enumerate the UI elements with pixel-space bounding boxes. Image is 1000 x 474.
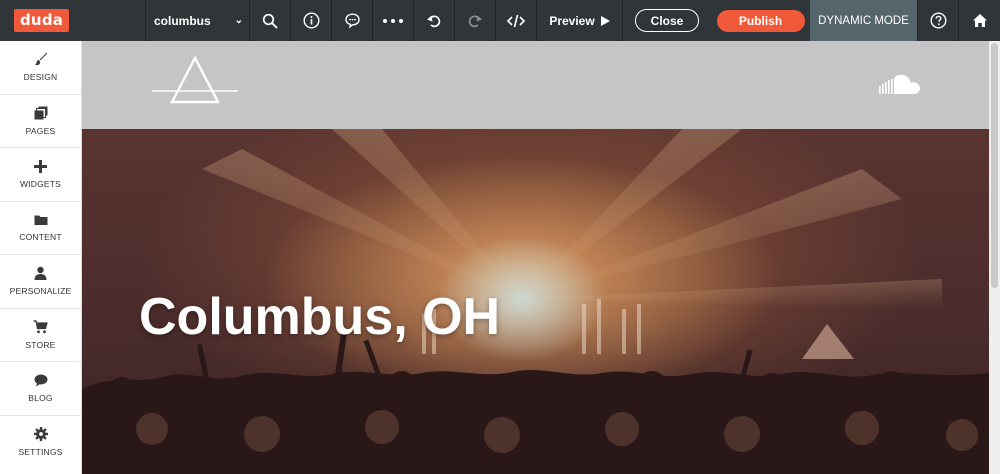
more-icon	[383, 18, 403, 23]
sidebar-item-content[interactable]: CONTENT	[0, 202, 81, 255]
info-button[interactable]	[291, 0, 332, 41]
sidebar-item-label: STORE	[25, 339, 56, 350]
info-icon	[302, 12, 320, 29]
help-button[interactable]	[918, 0, 959, 41]
close-button[interactable]: Close	[635, 9, 699, 32]
more-button[interactable]	[373, 0, 414, 41]
hero-title[interactable]: Columbus, OH	[139, 287, 500, 347]
publish-button[interactable]: Publish	[716, 9, 805, 32]
code-icon	[507, 14, 525, 27]
site-header[interactable]	[82, 41, 989, 129]
publish-area: Publish	[711, 0, 810, 41]
sidebar-item-blog[interactable]: BLOG	[0, 362, 81, 416]
home-icon	[972, 14, 987, 27]
code-button[interactable]	[496, 0, 537, 41]
editor-sidebar: DESIGN PAGES WIDGETS CONTENT PERSONALIZE…	[0, 41, 82, 474]
redo-icon	[468, 15, 482, 27]
canvas-scrollbar[interactable]	[989, 41, 1000, 474]
search-button[interactable]	[250, 0, 291, 41]
hero-section[interactable]: Columbus, OH	[82, 129, 989, 474]
folder-icon	[34, 215, 47, 225]
plus-icon	[34, 159, 47, 173]
close-area: Close	[623, 0, 711, 41]
brush-icon	[34, 53, 47, 66]
sidebar-item-store[interactable]: STORE	[0, 309, 81, 362]
sidebar-item-widgets[interactable]: WIDGETS	[0, 148, 81, 202]
chevron-down-icon: ⌄	[234, 15, 243, 26]
play-icon	[600, 15, 610, 26]
comments-button[interactable]	[332, 0, 373, 41]
undo-icon	[427, 15, 441, 27]
help-icon	[929, 12, 947, 29]
duda-logo[interactable]: duda	[14, 9, 70, 32]
soundcloud-icon	[879, 74, 920, 94]
cart-icon	[33, 320, 48, 333]
scrollbar-thumb[interactable]	[991, 43, 998, 288]
dynamic-mode-button[interactable]: DYNAMIC MODE	[810, 0, 918, 41]
sidebar-item-label: CONTENT	[19, 231, 62, 242]
sidebar-item-label: WIDGETS	[19, 178, 62, 189]
gear-icon	[33, 427, 48, 442]
person-icon	[34, 267, 47, 281]
search-icon	[262, 13, 278, 28]
preview-button[interactable]: Preview	[537, 0, 623, 41]
sidebar-item-label: DESIGN	[23, 72, 58, 83]
logo-area: duda	[0, 0, 146, 41]
sidebar-item-label: PAGES	[25, 125, 56, 136]
chat-icon	[344, 13, 360, 29]
top-toolbar: duda columbus ⌄ Preview Close Publish DY…	[0, 0, 1000, 41]
undo-button[interactable]	[414, 0, 455, 41]
redo-button[interactable]	[455, 0, 496, 41]
triangle-logo	[152, 56, 238, 104]
sidebar-item-pages[interactable]: PAGES	[0, 95, 81, 148]
sidebar-item-personalize[interactable]: PERSONALIZE	[0, 255, 81, 309]
pages-icon	[34, 106, 47, 120]
speech-bubble-icon	[34, 374, 47, 387]
sidebar-item-label: PERSONALIZE	[9, 286, 72, 297]
site-name: columbus	[154, 13, 211, 28]
site-selector[interactable]: columbus ⌄	[146, 0, 250, 41]
home-button[interactable]	[959, 0, 1000, 41]
sidebar-item-design[interactable]: DESIGN	[0, 41, 81, 95]
sidebar-item-label: SETTINGS	[18, 447, 63, 458]
sidebar-item-settings[interactable]: SETTINGS	[0, 416, 81, 470]
sidebar-item-label: BLOG	[28, 392, 53, 403]
preview-label: Preview	[549, 13, 595, 28]
site-canvas: Columbus, OH	[82, 41, 1000, 474]
